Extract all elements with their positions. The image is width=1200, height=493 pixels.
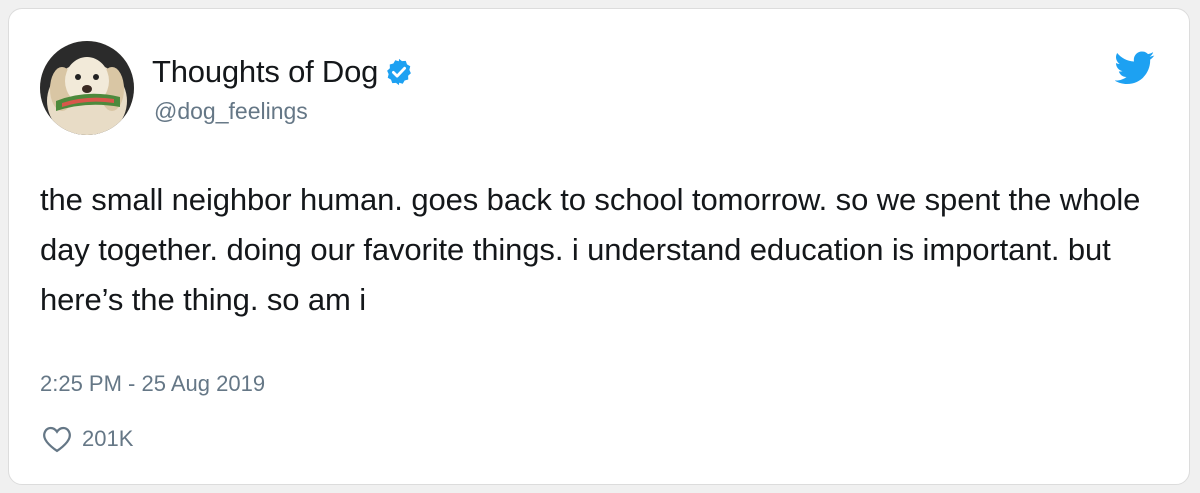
twitter-bird-icon[interactable] (1114, 51, 1155, 85)
tweet-text: the small neighbor human. goes back to s… (40, 182, 1141, 317)
author-handle[interactable]: @dog_feelings (154, 98, 308, 125)
author-name-row[interactable]: Thoughts of Dog (152, 53, 414, 91)
dog-avatar-image (40, 41, 134, 135)
like-count: 201K (82, 426, 134, 451)
author-display-name[interactable]: Thoughts of Dog (152, 54, 378, 90)
heart-icon[interactable] (42, 425, 72, 453)
avatar[interactable] (40, 41, 134, 135)
verified-badge-icon (384, 57, 414, 87)
tweet-timestamp[interactable]: 2:25 PM - 25 Aug 2019 (40, 371, 265, 397)
tweet-card: Thoughts of Dog @dog_feelings the small … (8, 8, 1190, 485)
like-button[interactable]: 201K (42, 423, 133, 455)
